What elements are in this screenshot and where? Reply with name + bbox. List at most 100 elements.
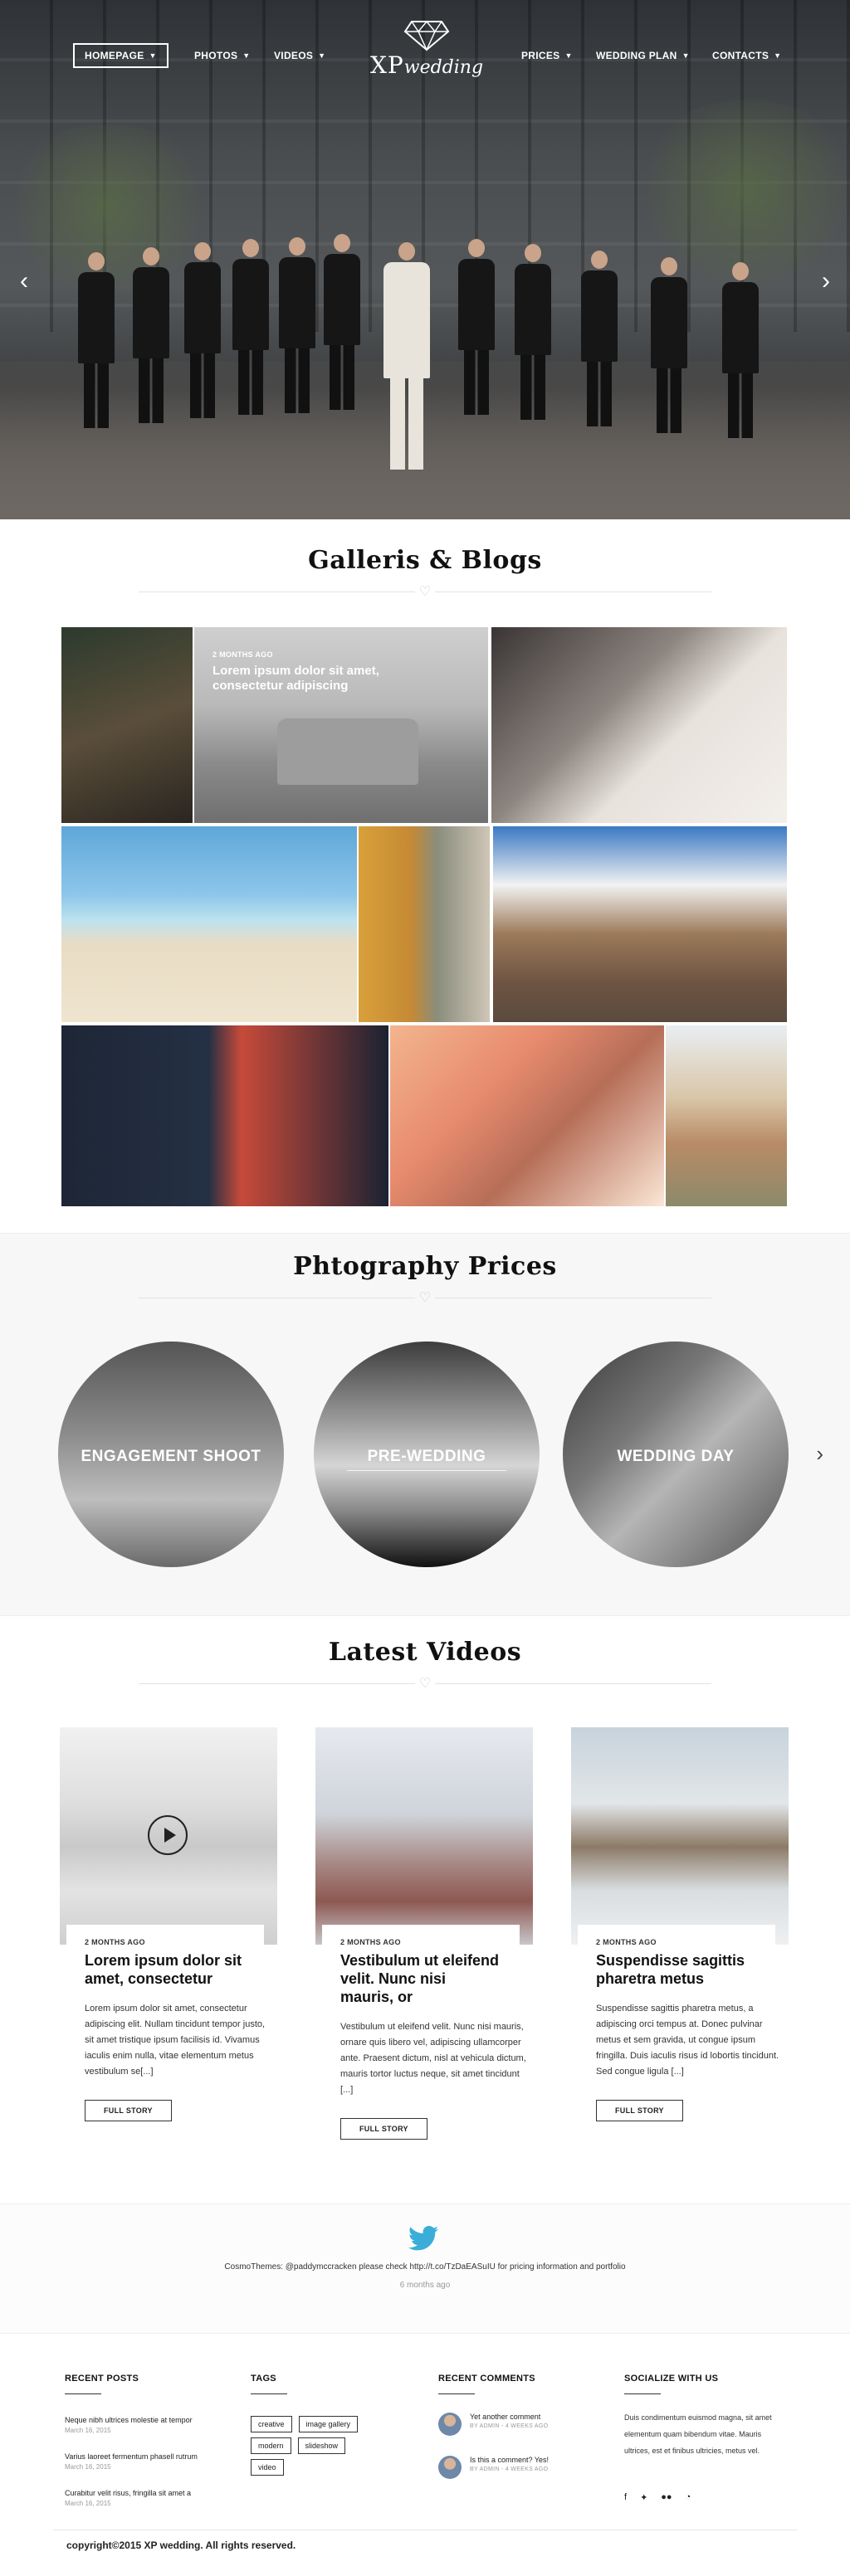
gallery-image[interactable] [390, 1025, 664, 1206]
footer-heading: TAGS [251, 2374, 276, 2384]
comment-meta: BY ADMIN - 4 WEEKS AGO [470, 2423, 549, 2429]
nav-contacts[interactable]: CONTACTS ▼ [712, 43, 781, 68]
nav-wedding-plan[interactable]: WEDDING PLAN ▼ [596, 43, 690, 68]
nav-photos[interactable]: PHOTOS ▼ [194, 43, 250, 68]
logo-wedding: wedding [403, 57, 484, 78]
footer-heading: RECENT POSTS [65, 2374, 139, 2384]
avatar [438, 2413, 462, 2436]
full-story-button[interactable]: FULL STORY [340, 2118, 427, 2140]
site-logo[interactable]: XPwedding [359, 18, 495, 81]
comment-title[interactable]: Yet another comment [470, 2413, 548, 2421]
footer-heading: RECENT COMMENTS [438, 2374, 535, 2384]
hero-groomsman [133, 247, 169, 423]
label-underline [347, 1470, 506, 1471]
twitter-feed: CosmoThemes: @paddymccracken please chec… [0, 2203, 850, 2333]
car-shape [277, 718, 418, 785]
gallery-image[interactable] [359, 826, 490, 1022]
facebook-icon[interactable]: f [624, 2492, 627, 2503]
recent-post-title[interactable]: Neque nibh ultrices molestie at tempor [65, 2416, 231, 2424]
nav-label: PRICES [521, 50, 560, 61]
videos-section: Latest Videos ♡ 2 MONTHS AGO Lorem ipsum… [0, 1616, 850, 2203]
recent-comment-item[interactable]: Is this a comment? Yes! BY ADMIN - 4 WEE… [438, 2456, 604, 2479]
nav-homepage[interactable]: HOMEPAGE ▼ [73, 43, 169, 68]
tag-cloud: creative image gallery modern slideshow … [251, 2416, 375, 2476]
video-excerpt: Lorem ipsum dolor sit amet, consectetur … [85, 2004, 266, 2077]
nav-label: VIDEOS [274, 50, 314, 61]
price-card-engagement[interactable]: ENGAGEMENT SHOOT [58, 1342, 284, 1567]
social-icons: f ✦ ●● ◔ [624, 2492, 790, 2503]
chevron-down-icon: ▼ [681, 51, 690, 60]
hero-groomsman [324, 234, 360, 410]
section-title: Galleris & Blogs [308, 546, 542, 575]
price-card-pre-wedding[interactable]: PRE-WEDDING [314, 1342, 540, 1567]
chevron-right-icon[interactable]: › [822, 267, 830, 295]
hero-groomsman [184, 242, 221, 418]
gallery-image[interactable] [61, 1025, 388, 1206]
recent-post-item[interactable]: Varius laoreet fermentum phasell rutrum … [65, 2452, 231, 2471]
price-card-wedding-day[interactable]: WEDDING DAY [563, 1342, 789, 1567]
gallery-featured-image[interactable]: 2 MONTHS AGO Lorem ipsum dolor sit amet,… [194, 627, 488, 823]
hero-groomsman [78, 252, 115, 428]
chevron-left-icon[interactable]: ‹ [20, 267, 28, 295]
tag-link[interactable]: image gallery [298, 2416, 359, 2432]
recent-comment-item[interactable]: Yet another comment BY ADMIN - 4 WEEKS A… [438, 2413, 604, 2436]
footer-heading: SOCIALIZE WITH US [624, 2374, 719, 2384]
video-title[interactable]: Lorem ipsum dolor sit amet, consectetur [85, 1951, 246, 1988]
gallery-image[interactable] [61, 627, 193, 823]
section-title: Phtography Prices [293, 1252, 557, 1281]
recent-post-date: March 16, 2015 [65, 2463, 111, 2471]
video-title[interactable]: Vestibulum ut eleifend velit. Nunc nisi … [340, 1951, 501, 2006]
recent-post-item[interactable]: Neque nibh ultrices molestie at tempor M… [65, 2416, 231, 2434]
gallery-image[interactable] [61, 826, 357, 1022]
twitter-icon[interactable] [408, 2226, 438, 2251]
recent-post-item[interactable]: Curabitur velit risus, fringilla sit ame… [65, 2489, 231, 2507]
recent-post-date: March 16, 2015 [65, 2427, 111, 2434]
video-excerpt: Suspendisse sagittis pharetra metus, a a… [596, 2004, 779, 2077]
chevron-down-icon: ▼ [242, 51, 251, 60]
chevron-down-icon: ▼ [149, 51, 157, 60]
hero-groomsman [279, 237, 315, 413]
section-divider: ♡ [139, 585, 711, 600]
gallery-caption-title: Lorem ipsum dolor sit amet, consectetur … [212, 664, 379, 693]
nav-videos[interactable]: VIDEOS ▼ [274, 43, 325, 68]
tag-link[interactable]: creative [251, 2416, 292, 2432]
gallery-image[interactable] [666, 1025, 787, 1206]
rss-icon[interactable]: ◔ [686, 2492, 691, 2503]
full-story-button[interactable]: FULL STORY [596, 2100, 683, 2121]
copyright-text: copyright©2015 XP wedding. All rights re… [66, 2539, 296, 2551]
chevron-right-icon[interactable]: › [816, 1441, 823, 1467]
full-story-button[interactable]: FULL STORY [85, 2100, 172, 2121]
tag-link[interactable]: slideshow [297, 2437, 346, 2454]
video-excerpt: Vestibulum ut eleifend velit. Nunc nisi … [340, 2022, 526, 2095]
nav-label: PHOTOS [194, 50, 238, 61]
footer-social: SOCIALIZE WITH US Duis condimentum euism… [624, 2374, 790, 2503]
recent-post-title[interactable]: Varius laoreet fermentum phasell rutrum [65, 2452, 231, 2461]
gallery-caption: 2 MONTHS AGO Lorem ipsum dolor sit amet,… [212, 650, 445, 694]
diamond-icon [403, 20, 450, 51]
prices-section: Phtography Prices ♡ ENGAGEMENT SHOOT PRE… [0, 1233, 850, 1616]
flickr-icon[interactable]: ●● [661, 2492, 672, 2503]
tag-link[interactable]: video [251, 2459, 284, 2476]
hero-groom [383, 242, 430, 470]
heart-icon: ♡ [415, 1677, 435, 1692]
heart-icon: ♡ [415, 585, 435, 600]
play-icon[interactable] [148, 1815, 188, 1855]
video-card-body: 2 MONTHS AGO Lorem ipsum dolor sit amet,… [66, 1925, 265, 2121]
recent-post-title[interactable]: Curabitur velit risus, fringilla sit ame… [65, 2489, 231, 2497]
twitter-icon[interactable]: ✦ [640, 2492, 647, 2503]
video-card: 2 MONTHS AGO Lorem ipsum dolor sit amet,… [60, 1727, 277, 2121]
gallery-image[interactable] [493, 826, 787, 1022]
nav-prices[interactable]: PRICES ▼ [521, 43, 573, 68]
tweet-time: 6 months ago [399, 2281, 451, 2290]
video-thumbnail[interactable] [60, 1727, 277, 1945]
video-thumbnail[interactable] [571, 1727, 789, 1945]
tweet-text[interactable]: CosmoThemes: @paddymccracken please chec… [0, 2262, 850, 2272]
video-thumbnail[interactable] [315, 1727, 533, 1945]
hero-slider: HOMEPAGE ▼ PHOTOS ▼ VIDEOS ▼ PRICES ▼ WEDDIN… [0, 0, 850, 519]
comment-title[interactable]: Is this a comment? Yes! [470, 2456, 549, 2464]
gallery-image[interactable] [491, 627, 787, 823]
tag-link[interactable]: modern [251, 2437, 291, 2454]
gallery-date: 2 MONTHS AGO [212, 650, 273, 659]
video-title[interactable]: Suspendisse sagittis pharetra metus [596, 1951, 757, 1988]
video-card: 2 MONTHS AGO Vestibulum ut eleifend veli… [315, 1727, 533, 2140]
